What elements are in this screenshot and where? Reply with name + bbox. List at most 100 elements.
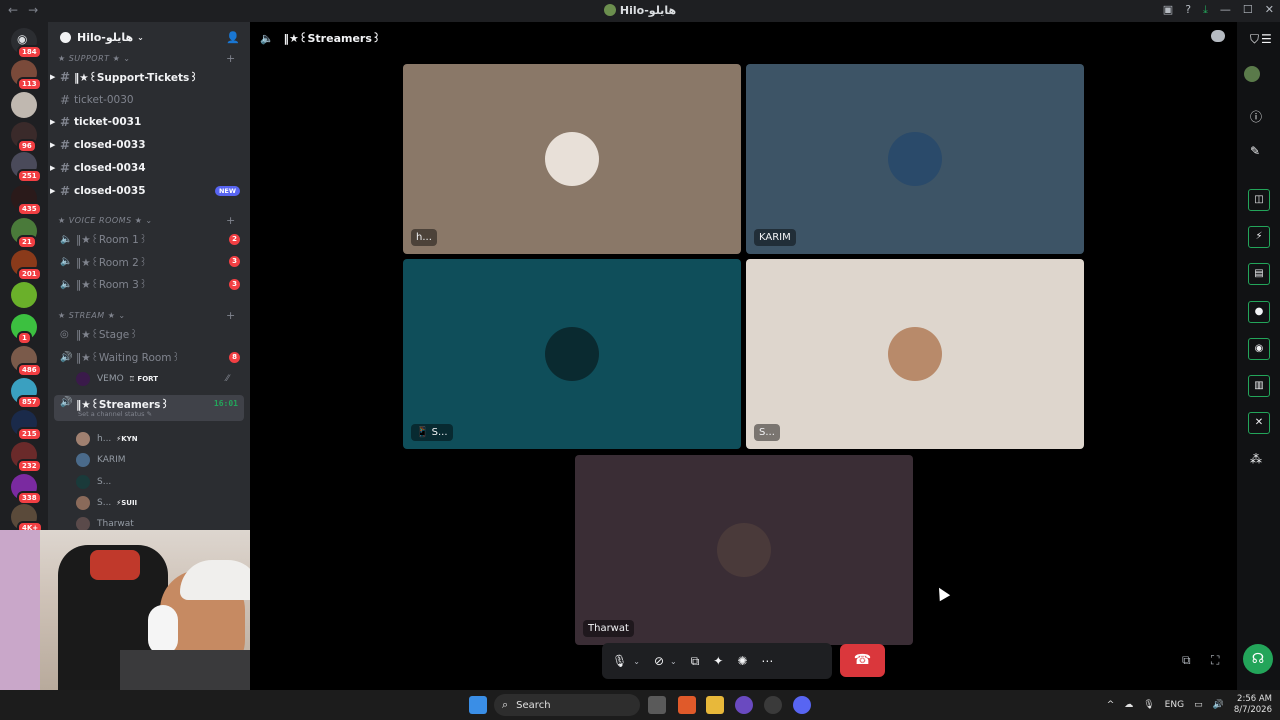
- channel-stage[interactable]: ◎ ‖★꒰Stage꒱: [54, 324, 244, 344]
- nodes-icon[interactable]: ⁂: [1250, 452, 1262, 466]
- voice-user-vemo[interactable]: VEMO ♖ FORT ⁄⁄: [76, 370, 229, 388]
- voice-user[interactable]: S...: [76, 473, 111, 491]
- server-icon[interactable]: 113: [11, 60, 42, 91]
- server-header[interactable]: Hilo-هايلو ⌄ 👤: [48, 22, 250, 52]
- add-channel-icon[interactable]: +: [226, 309, 236, 322]
- fullscreen-icon[interactable]: ⛶: [1211, 653, 1219, 668]
- app-root: ← → Hilo-هايلو ▣ ? ⤓ — ☐ ✕ ◉ 184 113 96 25…: [0, 0, 1280, 720]
- channel-waiting-room[interactable]: 🔊 ‖★꒰Waiting Room꒱ 8: [54, 347, 244, 367]
- chat-bubble-icon[interactable]: ●: [1248, 301, 1270, 323]
- more-icon[interactable]: ⋯: [761, 654, 773, 668]
- text-channel[interactable]: # ticket-0030: [54, 90, 244, 110]
- voice-user[interactable]: h... ⚡KYN: [76, 430, 138, 448]
- shield-icon[interactable]: ⛉: [1250, 32, 1259, 47]
- cloud-icon[interactable]: ☁: [1124, 700, 1133, 710]
- add-channel-icon[interactable]: +: [226, 52, 236, 65]
- server-icon[interactable]: 251: [11, 152, 42, 183]
- server-icon[interactable]: 338: [11, 474, 42, 505]
- headset-help-icon[interactable]: ☊: [1243, 644, 1273, 674]
- channel-status[interactable]: Set a channel status ✎: [78, 410, 152, 418]
- home-unread-badge: 184: [17, 45, 42, 59]
- server-icon[interactable]: 215: [11, 410, 42, 441]
- server-icon[interactable]: 4K+: [11, 504, 44, 530]
- category-support[interactable]: ★ SUPPORT ★ ⌄ +: [58, 52, 235, 65]
- category-stream[interactable]: ★ STREAM ★ ⌄ +: [58, 309, 235, 322]
- webcam-overlay: [0, 530, 268, 690]
- menu-icon[interactable]: ☰: [1261, 32, 1272, 46]
- file-explorer-icon[interactable]: [706, 696, 724, 714]
- network-icon[interactable]: ▭: [1194, 700, 1203, 710]
- download-icon[interactable]: ⤓: [1203, 3, 1208, 17]
- windows-start-icon[interactable]: [469, 696, 487, 714]
- text-channel[interactable]: ▶ # ticket-0031: [50, 112, 244, 132]
- soundboard-icon[interactable]: ✺: [737, 654, 747, 668]
- chevron-up-icon[interactable]: ^: [1107, 700, 1115, 710]
- server-icon[interactable]: 96: [11, 122, 37, 153]
- add-channel-icon[interactable]: +: [226, 214, 236, 227]
- participant-tile[interactable]: KARIM: [746, 64, 1084, 254]
- close-button[interactable]: ✕: [1265, 3, 1274, 17]
- participant-tile[interactable]: S...: [746, 259, 1084, 449]
- task-view-icon[interactable]: [648, 696, 666, 714]
- text-channel[interactable]: ▶ # closed-0034: [50, 158, 244, 178]
- participant-tile[interactable]: Tharwat: [575, 455, 913, 645]
- camera-off-icon[interactable]: ⊘: [654, 654, 664, 668]
- server-icon[interactable]: 1: [11, 314, 37, 345]
- capture-icon[interactable]: ◫: [1248, 189, 1270, 211]
- clipboard-icon[interactable]: ▤: [1248, 263, 1270, 285]
- chevron-down-icon[interactable]: ⌄: [670, 657, 677, 666]
- server-icon[interactable]: 857: [11, 378, 42, 409]
- voice-channel[interactable]: 🔈 ‖★꒰Room 1꒱ 2: [54, 229, 244, 249]
- maximize-button[interactable]: ☐: [1243, 3, 1253, 17]
- activities-icon[interactable]: ✦: [713, 654, 723, 668]
- channel-streamers[interactable]: 🔊 ‖★꒰Streamers꒱ 16:01 Set a channel stat…: [54, 395, 244, 421]
- microphone-icon[interactable]: 🎙: [612, 654, 627, 668]
- user-avatar[interactable]: [1244, 66, 1260, 82]
- bolt-icon[interactable]: ⚡: [1248, 226, 1270, 248]
- chat-icon[interactable]: [1211, 30, 1225, 42]
- voice-user[interactable]: KARIM: [76, 451, 126, 469]
- help-icon[interactable]: ?: [1185, 3, 1191, 17]
- broadcast-icon[interactable]: ◉: [1248, 338, 1270, 360]
- server-icon[interactable]: 232: [11, 442, 42, 473]
- text-channel[interactable]: ▶ # ‖★꒰Support-Tickets꒱: [50, 67, 244, 87]
- discord-taskbar-icon[interactable]: [793, 696, 811, 714]
- inbox-icon[interactable]: ▣: [1163, 3, 1173, 17]
- clock[interactable]: 2:56 AM 8/7/2026: [1234, 694, 1272, 716]
- server-icon[interactable]: 201: [11, 250, 42, 281]
- volume-icon[interactable]: 🔊: [1213, 700, 1224, 710]
- server-icon[interactable]: [11, 282, 37, 308]
- voice-user[interactable]: Tharwat: [76, 515, 134, 530]
- hashtag-icon: #: [60, 70, 71, 84]
- text-channel[interactable]: ▶ # closed-0035 NEW: [50, 181, 244, 201]
- invite-people-icon[interactable]: 👤: [226, 31, 240, 44]
- voice-channel[interactable]: 🔈 ‖★꒰Room 3꒱ 3: [54, 274, 244, 294]
- language-indicator[interactable]: ENG: [1165, 700, 1184, 710]
- screen-share-icon[interactable]: ⧉: [691, 654, 700, 669]
- home-button[interactable]: ◉ 184: [11, 28, 42, 59]
- category-voice[interactable]: ★ VOICE ROOMS ★ ⌄ +: [58, 214, 235, 227]
- microphone-icon[interactable]: 🎙: [1143, 700, 1154, 710]
- server-icon[interactable]: 486: [11, 346, 42, 377]
- minimize-button[interactable]: —: [1220, 3, 1231, 17]
- wrench-icon[interactable]: ✕: [1248, 412, 1270, 434]
- leave-call-button[interactable]: ☎: [840, 644, 885, 677]
- participant-tile[interactable]: h...: [403, 64, 741, 254]
- info-icon[interactable]: ⓘ: [1250, 108, 1262, 125]
- participant-tile[interactable]: 📱 S...: [403, 259, 741, 449]
- server-icon[interactable]: 21: [11, 218, 37, 249]
- voice-channel[interactable]: 🔈 ‖★꒰Room 2꒱ 3: [54, 252, 244, 272]
- server-icon[interactable]: [11, 92, 37, 118]
- voice-user[interactable]: S... ⚡SUII: [76, 494, 137, 512]
- taskbar-search[interactable]: ⌕ Search: [494, 694, 640, 716]
- pencil-icon[interactable]: ✎: [1250, 144, 1260, 158]
- title-bar: ← → Hilo-هايلو ▣ ? ⤓ — ☐ ✕: [0, 0, 1280, 22]
- server-icon[interactable]: 435: [11, 185, 42, 216]
- popout-icon[interactable]: ⧉: [1182, 653, 1191, 668]
- app-icon[interactable]: [764, 696, 782, 714]
- printer-icon[interactable]: ▥: [1248, 375, 1270, 397]
- chevron-down-icon[interactable]: ⌄: [633, 657, 640, 666]
- text-channel[interactable]: ▶ # closed-0033: [50, 135, 244, 155]
- app-icon[interactable]: [735, 696, 753, 714]
- brave-browser-icon[interactable]: [678, 696, 696, 714]
